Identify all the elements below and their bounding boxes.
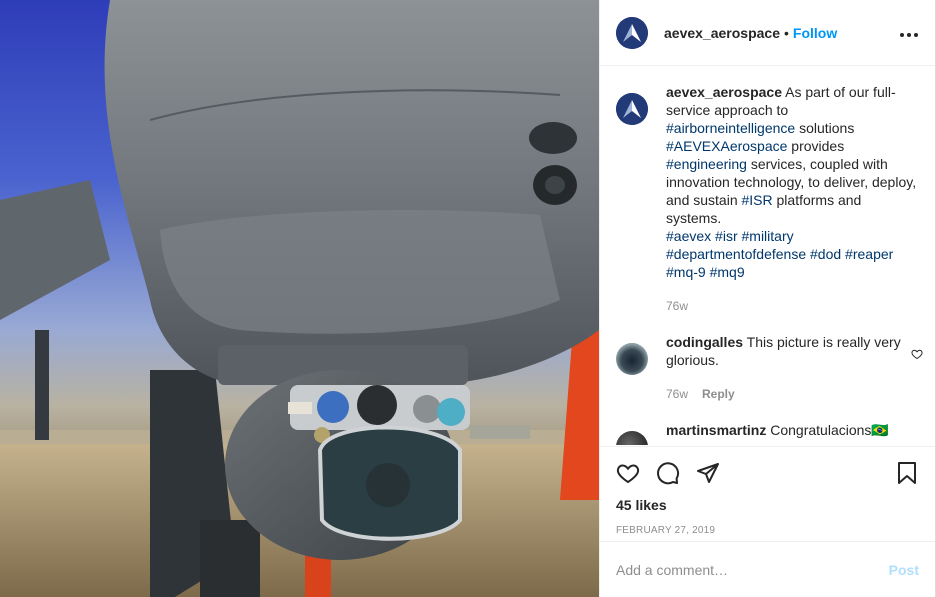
comment-username[interactable]: codingalles: [666, 334, 743, 350]
caption-segment: provides: [787, 138, 845, 154]
instagram-post-modal: aevex_aerospace • Follow aevex_aerospace…: [0, 0, 936, 597]
comment-text: codingalles This picture is really very …: [666, 333, 919, 369]
comment-row: martinsmartinz Congratulacions🇧🇷: [616, 421, 919, 445]
hashtag-link[interactable]: #military: [742, 228, 794, 244]
commenter-avatar[interactable]: [616, 343, 648, 375]
caption-avatar[interactable]: [616, 93, 648, 125]
add-comment-input[interactable]: [616, 561, 889, 578]
drone-photo-illustration: [0, 0, 599, 597]
post-image[interactable]: [0, 0, 599, 597]
hashtag-link[interactable]: #dod: [810, 246, 841, 262]
like-heart-icon[interactable]: [616, 461, 640, 485]
caption-hashtags: #aevex #isr #military #departmentofdefen…: [666, 227, 919, 281]
hashtag-link[interactable]: #airborneintelligence: [666, 120, 795, 136]
commenter-avatar[interactable]: [616, 431, 648, 445]
post-header: aevex_aerospace • Follow: [600, 0, 935, 66]
hashtag-link[interactable]: #AEVEXAerospace: [666, 138, 787, 154]
comment-text: martinsmartinz Congratulacions🇧🇷: [666, 421, 919, 439]
comment-body: codingalles This picture is really very …: [666, 333, 919, 403]
comment-age[interactable]: 76w: [666, 387, 688, 401]
hashtag-link[interactable]: #engineering: [666, 156, 747, 172]
hashtag-link[interactable]: #departmentofdefense: [666, 246, 806, 262]
hashtag-link[interactable]: #mq9: [710, 264, 745, 280]
more-options-icon[interactable]: [899, 22, 919, 43]
action-icons: [616, 447, 919, 499]
aevex-logo-icon: [616, 93, 648, 125]
post-side-panel: aevex_aerospace • Follow aevex_aerospace…: [599, 0, 936, 597]
aevex-logo-icon: [616, 16, 648, 49]
caption-body: aevex_aerospace As part of our full-serv…: [666, 83, 919, 315]
caption-age[interactable]: 76w: [666, 299, 688, 313]
separator-dot: •: [784, 24, 789, 41]
comment-row: codingalles This picture is really very …: [616, 333, 923, 403]
follow-button[interactable]: Follow: [793, 25, 837, 41]
hashtag-link[interactable]: #ISR: [742, 192, 773, 208]
post-date[interactable]: FEBRUARY 27, 2019: [616, 525, 919, 536]
caption-username[interactable]: aevex_aerospace: [666, 84, 782, 100]
comment-meta: 76w Reply: [666, 385, 919, 403]
comment-username[interactable]: martinsmartinz: [666, 422, 766, 438]
post-actions: 45 likes FEBRUARY 27, 2019: [600, 446, 935, 536]
add-comment-bar: Post: [600, 541, 935, 597]
hashtag-link[interactable]: #aevex: [666, 228, 711, 244]
post-button[interactable]: Post: [889, 562, 919, 578]
caption-row: aevex_aerospace As part of our full-serv…: [616, 83, 919, 315]
hashtag-link[interactable]: #isr: [715, 228, 738, 244]
reply-button[interactable]: Reply: [702, 387, 735, 401]
caption-meta: 76w: [666, 297, 919, 315]
share-paper-plane-icon[interactable]: [696, 461, 720, 485]
caption-segment: solutions: [795, 120, 855, 136]
comment-body: martinsmartinz Congratulacions🇧🇷: [666, 421, 919, 445]
hashtag-link[interactable]: #reaper: [845, 246, 893, 262]
likes-count[interactable]: 45 likes: [616, 497, 919, 513]
save-bookmark-icon[interactable]: [895, 461, 919, 485]
caption-content: As part of our full-service approach to …: [666, 84, 916, 226]
like-comment-heart-icon[interactable]: [911, 347, 923, 363]
comment-content: Congratulacions🇧🇷: [770, 422, 889, 438]
caption-text: aevex_aerospace As part of our full-serv…: [666, 83, 919, 227]
avatar[interactable]: [616, 16, 648, 49]
hashtag-link[interactable]: #mq-9: [666, 264, 706, 280]
header-username[interactable]: aevex_aerospace: [664, 25, 780, 41]
comment-bubble-icon[interactable]: [656, 461, 680, 485]
comments-list[interactable]: aevex_aerospace As part of our full-serv…: [600, 67, 935, 445]
